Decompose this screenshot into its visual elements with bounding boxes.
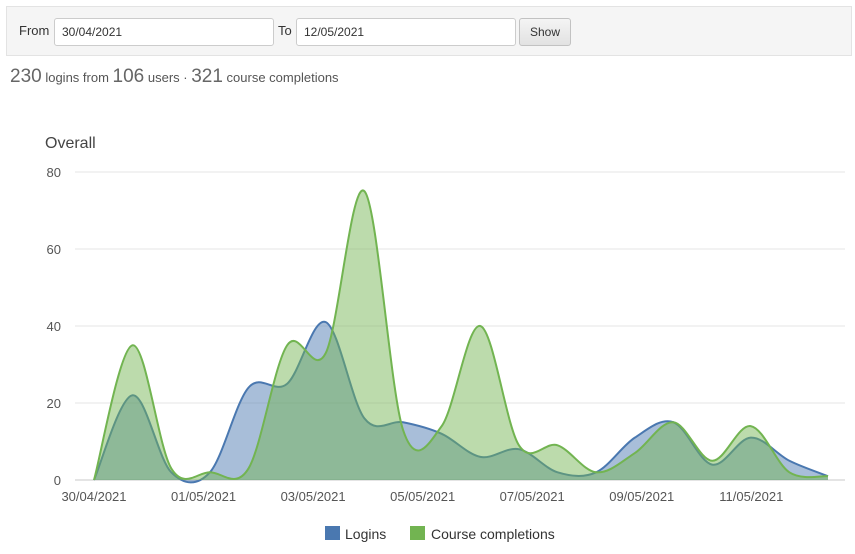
y-tick-label: 20 — [47, 396, 61, 411]
legend-label-course-completions[interactable]: Course completions — [431, 526, 555, 542]
x-tick-label: 03/05/2021 — [281, 489, 346, 504]
y-axis-ticks: 0 20 40 60 80 — [47, 165, 61, 488]
x-axis-ticks: 30/04/2021 01/05/2021 03/05/2021 05/05/2021… — [61, 489, 783, 504]
x-tick-label: 05/05/2021 — [390, 489, 455, 504]
overall-chart: Overall 0 20 40 60 80 30/04/2021 01/05/2021 03… — [45, 135, 845, 542]
legend-label-logins[interactable]: Logins — [345, 526, 386, 542]
y-tick-label: 40 — [47, 319, 61, 334]
y-tick-label: 80 — [47, 165, 61, 180]
legend[interactable]: Logins Course completions — [325, 526, 555, 542]
x-tick-label: 11/05/2021 — [719, 489, 783, 504]
legend-swatch-logins[interactable] — [325, 526, 340, 540]
x-tick-label: 01/05/2021 — [171, 489, 236, 504]
course-completions-area — [94, 190, 828, 481]
legend-swatch-course-completions[interactable] — [410, 526, 425, 540]
series-areas — [93, 189, 829, 484]
x-tick-label: 30/04/2021 — [61, 489, 126, 504]
y-tick-label: 60 — [47, 242, 61, 257]
y-tick-label: 0 — [54, 473, 61, 488]
chart-title: Overall — [45, 135, 96, 152]
x-tick-label: 07/05/2021 — [500, 489, 565, 504]
x-tick-label: 09/05/2021 — [609, 489, 674, 504]
